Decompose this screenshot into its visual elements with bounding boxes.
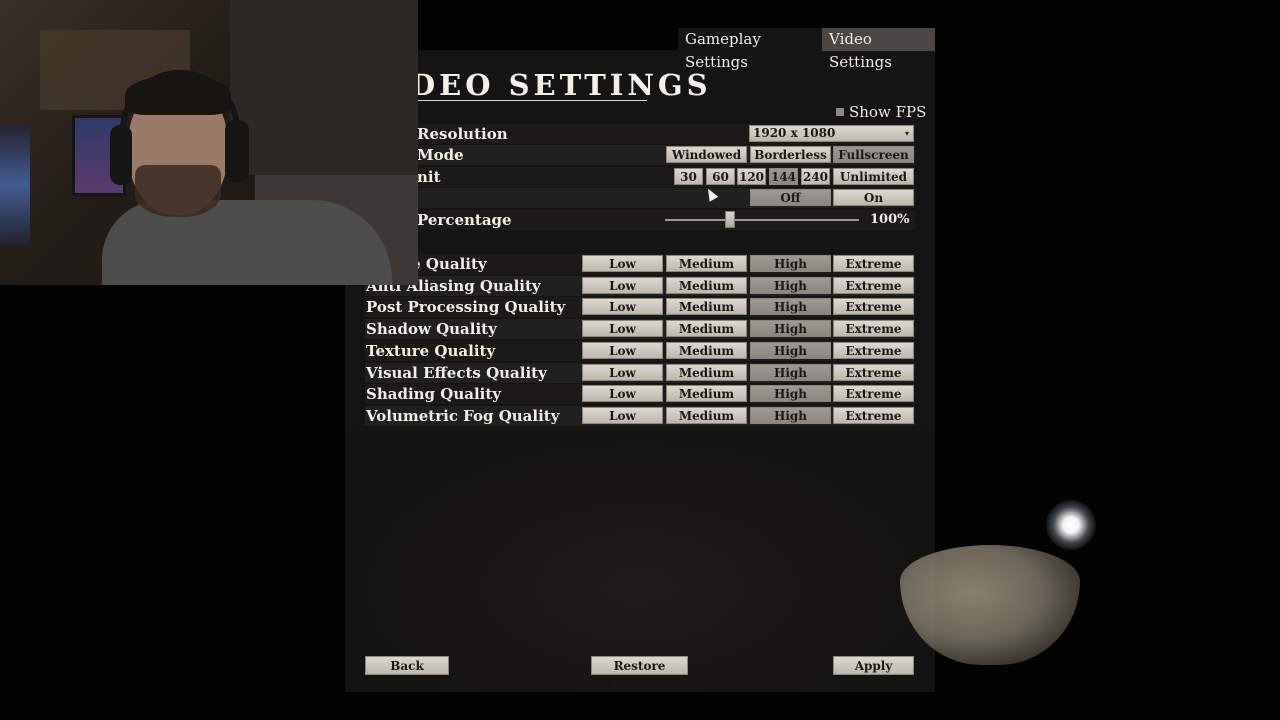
headphone-left [110,125,132,185]
quality-extreme-button[interactable]: Extreme [833,385,914,402]
limit-label: nit [417,168,441,186]
quality-medium-button[interactable]: Medium [666,364,747,381]
webcam-overlay [0,0,418,285]
quality-extreme-button[interactable]: Extreme [833,255,914,272]
restore-defaults-button[interactable]: Restore Defaults [591,656,688,692]
tab-video-settings[interactable]: Video Settings [822,28,935,71]
quality-medium-button[interactable]: Medium [666,298,747,315]
quality-high-button[interactable]: High [750,342,831,359]
quality-low-button[interactable]: Low [582,320,663,337]
title-underline [410,100,647,101]
quality-row-label: Volumetric Fog Quality [366,407,560,425]
quality-medium-button[interactable]: Medium [666,342,747,359]
webcam-background [230,0,418,175]
quality-low-button[interactable]: Low [582,407,663,424]
toggle-off-button[interactable]: Off [750,189,831,206]
mode-borderless-button[interactable]: Borderless [750,146,831,163]
tab-gameplay-settings[interactable]: Gameplay Settings [678,28,822,71]
toggle-on-button[interactable]: On [833,189,914,206]
limit-120-button[interactable]: 120 [737,168,766,185]
back-button[interactable]: Back [365,656,449,675]
limit-144-button[interactable]: 144 [769,168,798,185]
percentage-value: 100% [870,212,910,227]
limit-240-button[interactable]: 240 [801,168,830,185]
percentage-label: Percentage [417,211,512,229]
quality-extreme-button[interactable]: Extreme [833,320,914,337]
quality-extreme-button[interactable]: Extreme [833,298,914,315]
mode-label: Mode [417,146,464,164]
quality-low-button[interactable]: Low [582,342,663,359]
quality-low-button[interactable]: Low [582,277,663,294]
quality-high-button[interactable]: High [750,385,831,402]
quality-low-button[interactable]: Low [582,364,663,381]
quality-extreme-button[interactable]: Extreme [833,364,914,381]
panel-background [345,430,935,692]
apply-button[interactable]: Apply [833,656,914,675]
quality-medium-button[interactable]: Medium [666,407,747,424]
quality-medium-button[interactable]: Medium [666,255,747,272]
quality-high-button[interactable]: High [750,255,831,272]
webcam-light [0,125,30,245]
quality-row-label: Shadow Quality [366,320,497,338]
resolution-label: Resolution [417,125,508,143]
percentage-slider-track[interactable] [665,219,859,221]
limit-60-button[interactable]: 60 [706,168,735,185]
streamer-beard [135,165,221,217]
quality-row-label: Texture Quality [366,342,496,360]
sun-light [1046,500,1096,550]
mode-fullscreen-button[interactable]: Fullscreen [833,146,914,163]
show-fps-checkbox[interactable] [836,108,844,116]
mode-windowed-button[interactable]: Windowed [666,146,747,163]
quality-low-button[interactable]: Low [582,255,663,272]
quality-row-label: Shading Quality [366,385,501,403]
quality-high-button[interactable]: High [750,364,831,381]
quality-medium-button[interactable]: Medium [666,277,747,294]
quality-high-button[interactable]: High [750,277,831,294]
quality-extreme-button[interactable]: Extreme [833,407,914,424]
quality-medium-button[interactable]: Medium [666,320,747,337]
page-title: DEO SETTINGS [410,68,712,102]
quality-extreme-button[interactable]: Extreme [833,342,914,359]
quality-medium-button[interactable]: Medium [666,385,747,402]
show-fps-label: Show FPS [849,103,927,121]
percentage-slider-handle[interactable] [725,211,735,228]
limit-30-button[interactable]: 30 [674,168,703,185]
quality-row-label: Visual Effects Quality [366,364,547,382]
headphone-right [225,120,249,182]
resolution-value: 1920 x 1080 [753,126,836,140]
quality-low-button[interactable]: Low [582,385,663,402]
quality-high-button[interactable]: High [750,407,831,424]
streamer-body [102,200,392,285]
quality-low-button[interactable]: Low [582,298,663,315]
quality-extreme-button[interactable]: Extreme [833,277,914,294]
quality-high-button[interactable]: High [750,298,831,315]
limit-unlimited-button[interactable]: Unlimited [833,168,914,185]
quality-high-button[interactable]: High [750,320,831,337]
quality-row-label: Post Processing Quality [366,298,566,316]
chevron-down-icon: ▾ [904,128,909,138]
resolution-select[interactable]: 1920 x 1080 ▾ [749,125,914,142]
